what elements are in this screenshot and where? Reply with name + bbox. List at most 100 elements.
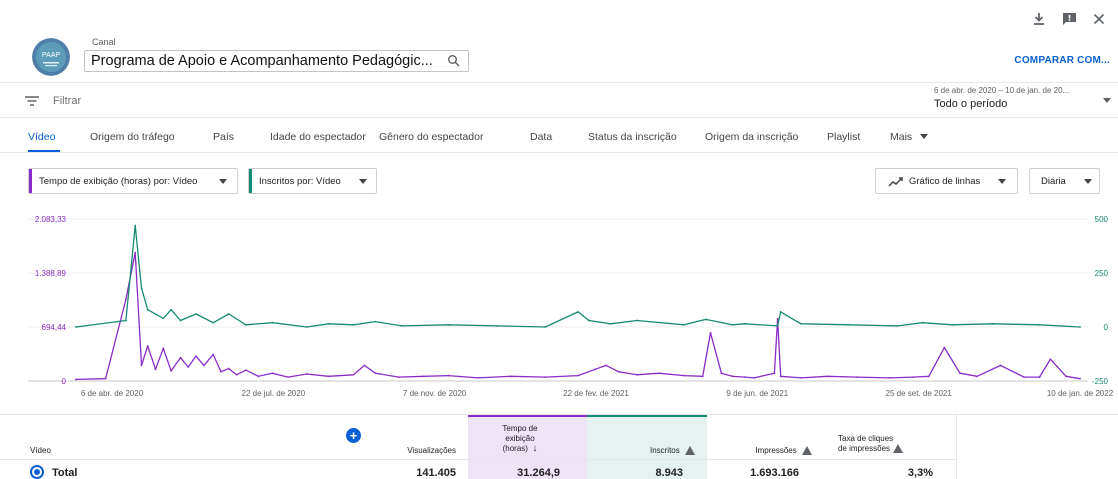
metric-2-label: Inscritos por: Vídeo [259,176,341,187]
chevron-down-icon [1084,179,1092,184]
header-views[interactable]: Visualizações [379,446,456,456]
header-watch-time-line-3-text: (horas) [502,444,528,453]
series-2-point [212,321,215,324]
x-axis-tick-label: 25 de set. de 2021 [886,389,953,398]
series-2-point [124,319,127,322]
series-1-point [720,372,723,375]
header-subscribers[interactable]: Inscritos [600,446,695,456]
x-axis: 6 de abr. de 2020 22 de jul. de 2020 7 de … [81,389,1114,398]
left-axis-tick-label: 694,44 [42,323,67,332]
header-video[interactable]: Vídeo [30,446,51,456]
header-actions [1030,10,1110,32]
search-icon[interactable] [447,54,461,68]
tab-traffic-source[interactable]: Origem do tráfego [90,131,175,143]
header-ctr[interactable]: Taxa de cliques de impressões [838,434,930,454]
series-1-point [888,376,891,379]
date-range-selector[interactable]: 6 de abr. de 2020 – 10 de jan. de 20... … [934,86,1084,110]
series-1-point [245,369,247,372]
series-1-point [856,376,858,379]
series-2-point [327,322,330,325]
series-2-point [731,323,734,326]
series-2-point [1079,326,1081,328]
series-1-point [927,375,930,378]
header-ctr-line-2-text: de impressões [838,444,891,453]
series-2-point [400,325,403,327]
warning-icon [685,446,695,456]
header-impressions[interactable]: Impressões [712,446,812,456]
series-1-point [1079,377,1081,380]
series-1-point [287,376,289,379]
tab-country[interactable]: País [213,131,234,143]
series-1-point [146,345,149,347]
tab-more[interactable]: Mais [890,131,929,143]
left-axis-tick-label: 1.388,89 [35,269,67,278]
close-icon[interactable] [1090,10,1108,28]
filter-icon[interactable] [24,95,40,107]
series-2-point [271,321,274,324]
series-1-point [327,375,330,378]
series-1-point [1022,376,1025,379]
chart-type-selector[interactable]: Gráfico de linhas [875,168,1018,194]
series-2-point [245,323,247,326]
series-2-point [1038,323,1041,326]
series-2-point [921,321,924,324]
series-1-point [447,374,450,377]
series-1-point [170,369,172,372]
x-axis-tick-label: 10 de jan. de 2022 [1047,389,1114,398]
series-1-point [195,355,197,358]
tab-playlist[interactable]: Playlist [827,131,860,143]
series-1-point [134,251,137,254]
metric-2-selector[interactable]: Inscritos por: Vídeo [248,168,377,194]
tab-video[interactable]: Vídeo [28,131,55,143]
chart-type-label: Gráfico de linhas [909,176,981,187]
channel-avatar: PAAP [32,38,70,76]
series-2-point [577,310,579,313]
chart-grid [28,218,1088,382]
series-1-point [227,367,230,370]
series-1-point [999,364,1002,367]
series-1-point [75,378,77,381]
line-chart-icon [888,177,903,187]
channel-logo-text: PAAP [42,52,60,59]
tab-viewer-gender[interactable]: Gênero do espectador [379,131,484,143]
total-ctr: 3,3% [907,467,933,479]
series-2-point [140,287,143,290]
x-axis-tick-label: 9 de jun. de 2021 [726,389,788,398]
header-ctr-line-2: de impressões [838,444,930,454]
tab-subscription-source[interactable]: Origem da inscrição [705,131,798,143]
header-divider [0,82,1118,83]
total-views: 141.405 [416,467,456,479]
metric-1-selector[interactable]: Tempo de exibição (horas) por: Vídeo [28,168,238,194]
header-watch-time[interactable]: Tempo de exibição (horas) ↓ [480,424,560,454]
tab-more-label: Mais [890,131,913,143]
tab-date[interactable]: Data [530,131,552,143]
right-axis-tick-label: -250 [1092,377,1109,386]
channel-selector[interactable]: Programa de Apoio e Acompanhamento Pedag… [84,50,469,72]
series-2-point [162,317,165,320]
series-1-point [743,376,746,379]
total-row-radio[interactable] [30,465,44,479]
feedback-icon[interactable] [1060,10,1078,28]
series-1-point [352,373,355,376]
chart-series [75,224,1081,381]
total-watch-time: 31.264,9 [517,467,560,479]
series-2-point [352,323,355,326]
download-icon[interactable] [1030,10,1048,28]
series-1-point [976,375,979,378]
left-axis-tick-label: 2.083,33 [35,215,67,224]
filter-input[interactable]: Filtrar [53,95,81,107]
header-watch-time-line-3: (horas) ↓ [480,444,560,454]
series-1-point [943,346,946,349]
add-column-button[interactable]: + [346,428,361,443]
tab-subscription-status[interactable]: Status da inscrição [588,131,677,143]
series-2-point [179,319,182,322]
header-watch-time-line-1: Tempo de [502,424,538,433]
series-1-point [477,376,480,379]
compare-button[interactable]: COMPARAR COM... [1014,55,1110,66]
chevron-down-icon[interactable] [1103,98,1111,104]
granularity-selector[interactable]: Diária [1029,168,1100,194]
tab-viewer-age[interactable]: Idade do espectador [270,131,366,143]
series-2-point [134,224,137,227]
metric-2-color-bar [249,169,252,193]
channel-caption: Canal [92,37,116,47]
